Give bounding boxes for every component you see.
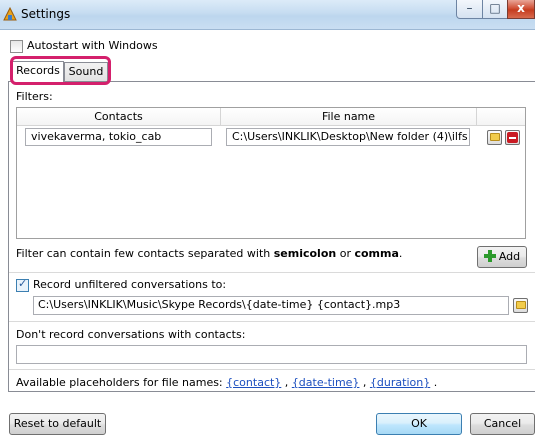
cancel-button[interactable]: Cancel (470, 413, 535, 435)
filter-hint-suffix: . (398, 247, 403, 260)
separator (9, 369, 535, 370)
record-unfiltered-label: Record unfiltered conversations to: (33, 278, 227, 291)
separator (9, 272, 535, 273)
filter-hint-prefix: Filter can contain few contacts separate… (16, 247, 274, 260)
filters-label: Filters: (16, 90, 53, 103)
ok-button[interactable]: OK (376, 413, 462, 435)
filter-contacts-input[interactable]: vivekaverma, tokio_cab (25, 128, 212, 146)
autostart-checkbox[interactable] (10, 40, 23, 53)
reset-to-default-button[interactable]: Reset to default (9, 413, 106, 435)
folder-icon (490, 133, 500, 141)
dont-record-input[interactable] (16, 345, 527, 364)
browse-filter-folder-button[interactable] (487, 130, 502, 145)
minimize-button[interactable]: – (456, 0, 483, 19)
minimize-icon: – (466, 1, 473, 15)
add-filter-button[interactable]: Add (477, 246, 527, 268)
placeholders-line: Available placeholders for file names: {… (16, 376, 437, 389)
tabs-highlight-annotation (10, 56, 111, 85)
filter-hint-or: or (336, 247, 355, 260)
folder-icon (516, 301, 526, 309)
close-icon: x (517, 1, 525, 15)
placeholders-suffix: . (430, 376, 438, 389)
placeholder-contact-link[interactable]: {contact} (226, 376, 281, 389)
remove-filter-button[interactable] (505, 130, 520, 145)
filters-grid: Contacts File name vivekaverma, tokio_ca… (16, 107, 526, 239)
maximize-icon: □ (489, 1, 501, 15)
contacts-header-label: Contacts (94, 110, 143, 123)
placeholders-prefix: Available placeholders for file names: (16, 376, 227, 389)
separator (9, 321, 535, 322)
contacts-column-header[interactable]: Contacts (17, 108, 221, 126)
placeholders-separator: , (281, 376, 292, 389)
filter-hint: Filter can contain few contacts separate… (16, 247, 402, 260)
record-unfiltered-checkbox[interactable] (16, 277, 29, 292)
settings-app-icon (3, 7, 17, 21)
add-icon (483, 250, 496, 262)
filter-filename-input[interactable]: C:\Users\INKLIK\Desktop\New folder (4)\i… (226, 128, 470, 146)
maximize-button[interactable]: □ (482, 0, 508, 19)
dont-record-label: Don't record conversations with contacts… (16, 328, 246, 341)
placeholders-separator: , (359, 376, 370, 389)
add-button-label: Add (498, 250, 521, 263)
filename-column-header[interactable]: File name (221, 108, 477, 126)
filter-hint-semicolon: semicolon (273, 247, 337, 260)
autostart-label: Autostart with Windows (27, 39, 158, 52)
remove-icon (507, 132, 518, 143)
filter-hint-comma: comma (354, 247, 399, 260)
close-button[interactable]: x (507, 0, 535, 19)
placeholder-duration-link[interactable]: {duration} (370, 376, 430, 389)
browse-record-path-button[interactable] (513, 298, 528, 313)
placeholder-date-time-link[interactable]: {date-time} (292, 376, 360, 389)
filename-header-label: File name (321, 110, 376, 123)
record-path-input[interactable]: C:\Users\INKLIK\Music\Skype Records\{dat… (33, 296, 509, 315)
actions-column-header (477, 108, 525, 126)
title-bar: Settings – □ x (0, 0, 535, 30)
window-title: Settings (21, 7, 71, 21)
